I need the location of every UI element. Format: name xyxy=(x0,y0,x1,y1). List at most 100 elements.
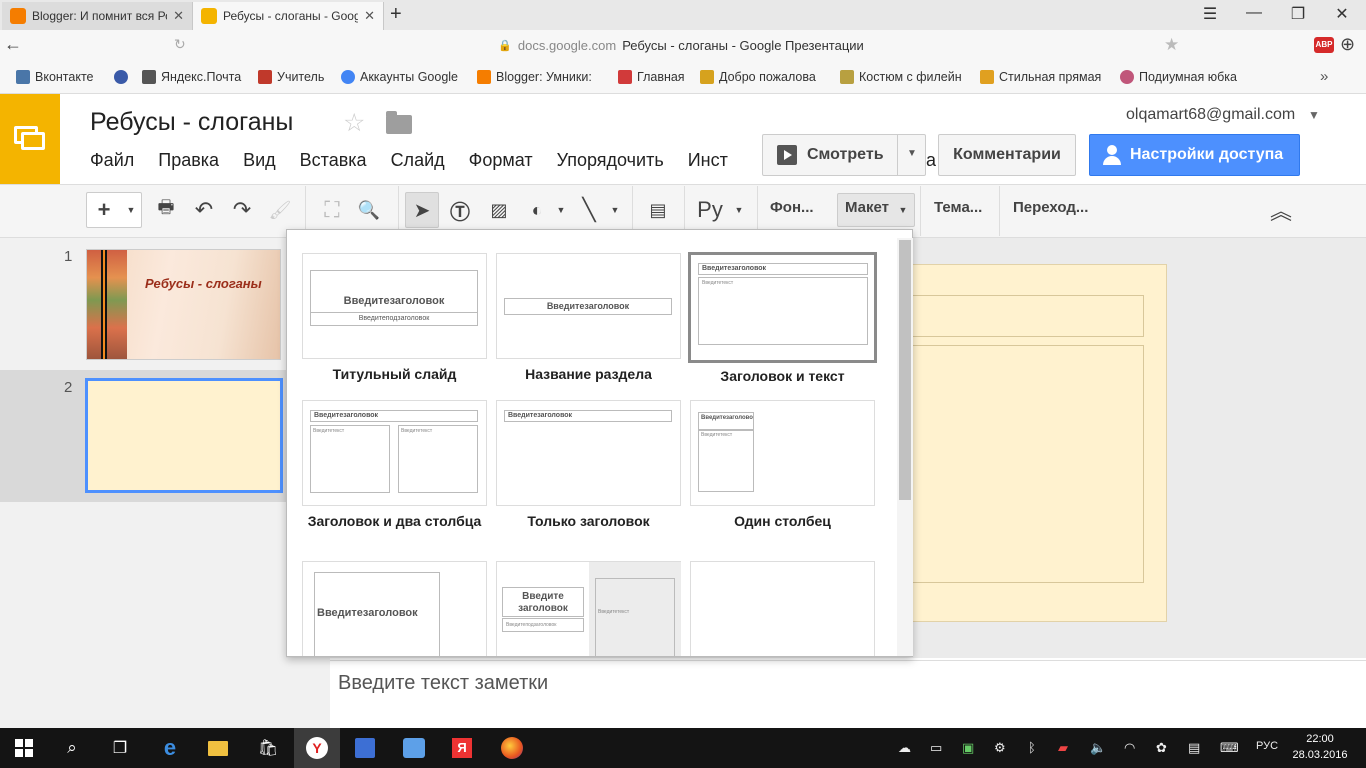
print-icon[interactable]: 🖶 xyxy=(154,196,178,224)
chevron-down-icon[interactable]: ▼ xyxy=(608,196,622,224)
layout-title-two-columns[interactable]: Введитезаголовок Введитетекст Введитетек… xyxy=(302,400,487,506)
chevron-down-icon[interactable]: ▼ xyxy=(124,196,138,224)
star-icon[interactable]: ☆ xyxy=(343,108,365,138)
bookmark-stylish[interactable]: Стильная прямая xyxy=(980,70,1101,84)
present-button[interactable]: Смотреть ▼ xyxy=(762,134,926,176)
layout-title-and-body[interactable]: Введитезаголовок Введитетекст xyxy=(688,252,877,363)
tray-settings-icon[interactable]: ⚙ xyxy=(994,740,1006,756)
back-arrow-icon[interactable]: ← xyxy=(4,34,22,55)
layout-title-only[interactable]: Введитезаголовок xyxy=(496,400,681,506)
search-icon[interactable]: ⌕ xyxy=(60,736,84,760)
close-window-button[interactable]: ✕ xyxy=(1322,4,1362,24)
shape-icon[interactable]: ◐ xyxy=(522,196,552,224)
background-button[interactable]: Фон... xyxy=(770,199,814,216)
menu-tools[interactable]: Инст xyxy=(688,150,728,174)
comments-button[interactable]: Комментарии xyxy=(938,134,1076,176)
collapse-chevron-icon[interactable]: ︽ xyxy=(1268,196,1294,224)
downloads-icon[interactable]: ⊕ xyxy=(1340,34,1355,55)
menu-file[interactable]: Файл xyxy=(90,150,134,174)
firefox-icon[interactable] xyxy=(500,736,524,760)
fit-icon[interactable]: ⛶ xyxy=(318,196,346,224)
more-bookmarks-icon[interactable]: » xyxy=(1320,68,1328,85)
close-tab-icon[interactable]: ✕ xyxy=(364,8,375,24)
menu-table-fragment[interactable]: а xyxy=(926,150,936,171)
layout-main-point[interactable]: Введитезаголовок xyxy=(302,561,487,656)
slide-thumbnail-1[interactable]: Ребусы - слоганы xyxy=(86,249,281,360)
wifi-icon[interactable]: ◠ xyxy=(1124,740,1135,756)
file-explorer-icon[interactable] xyxy=(206,736,230,760)
bookmark-teacher[interactable]: Учитель xyxy=(258,70,324,84)
bluetooth-icon[interactable]: ᛒ xyxy=(1028,740,1036,755)
store-icon[interactable]: 🛍 xyxy=(256,736,280,760)
notifications-icon[interactable]: ▤ xyxy=(1188,740,1200,756)
address-bar[interactable]: 🔒 docs.google.com Ребусы - слоганы - Goo… xyxy=(166,33,1196,57)
bookmark-welcome[interactable]: Добро пожалова xyxy=(700,70,816,84)
minimize-button[interactable]: — xyxy=(1234,4,1274,22)
yandex-browser-icon[interactable]: Y xyxy=(305,736,329,760)
menu-view[interactable]: Вид xyxy=(243,150,276,174)
transition-button[interactable]: Переход... xyxy=(1013,199,1088,216)
layout-one-column[interactable]: Введитезаголовок Введитетекст xyxy=(690,400,875,506)
layout-section-title-description[interactable]: Введите заголовок Введитеподзаголовок Вв… xyxy=(496,561,681,656)
chevron-down-icon[interactable]: ▼ xyxy=(1308,108,1320,122)
title-placeholder[interactable] xyxy=(896,295,1144,337)
windows-start-icon[interactable] xyxy=(12,736,36,760)
bookmark-main[interactable]: Главная xyxy=(618,70,685,84)
bookmark-skirt[interactable]: Подиумная юбка xyxy=(1120,70,1237,84)
slide-thumbnail-2[interactable] xyxy=(85,378,283,493)
slides-logo-icon[interactable] xyxy=(0,94,60,184)
bookmark-yandex-mail[interactable]: Яндекс.Почта xyxy=(142,70,241,84)
language-indicator[interactable]: РУС xyxy=(1256,740,1278,752)
keyboard-icon[interactable]: ⌨ xyxy=(1220,740,1239,756)
chevron-down-icon[interactable]: ▼ xyxy=(554,196,568,224)
redo-icon[interactable]: ↷ xyxy=(230,196,254,224)
bookmark-costume[interactable]: Костюм с филейн xyxy=(840,70,962,84)
menu-icon[interactable]: ☰ xyxy=(1190,4,1230,24)
bookmark-google-accounts[interactable]: Аккаунты Google xyxy=(341,70,458,84)
paint-format-icon[interactable]: 🖌 xyxy=(268,196,292,224)
save-disk-icon[interactable] xyxy=(353,736,377,760)
menu-slide[interactable]: Слайд xyxy=(391,150,445,174)
slide-editor[interactable] xyxy=(895,264,1167,622)
menu-arrange[interactable]: Упорядочить xyxy=(557,150,664,174)
yandex-app-icon[interactable]: Я xyxy=(450,736,474,760)
account-email[interactable]: olqamart68@gmail.com xyxy=(1126,106,1295,124)
layout-section-header[interactable]: Введитезаголовок xyxy=(496,253,681,359)
scrollbar-thumb[interactable] xyxy=(899,240,911,500)
bookmark-star-icon[interactable]: ★ xyxy=(1164,35,1179,55)
adblock-icon[interactable]: ABP xyxy=(1314,37,1334,53)
browser-tab-slides[interactable]: Ребусы - слоганы - Goog ✕ xyxy=(192,2,384,30)
volume-icon[interactable]: 🔈 xyxy=(1090,740,1106,756)
menu-insert[interactable]: Вставка xyxy=(300,150,367,174)
clock[interactable]: 22:00 28.03.2016 xyxy=(1290,731,1350,763)
zoom-icon[interactable]: 🔍 xyxy=(356,196,382,224)
notes-placeholder[interactable]: Введите текст заметки xyxy=(338,672,548,695)
bookmark-globe[interactable] xyxy=(114,70,133,84)
chevron-down-icon[interactable]: ▼ xyxy=(732,196,746,224)
color-app-icon[interactable]: ✿ xyxy=(1156,740,1167,756)
chevron-down-icon[interactable]: ▼ xyxy=(907,148,917,159)
audio-app-icon[interactable] xyxy=(402,736,426,760)
image-icon[interactable]: ▨ xyxy=(486,196,512,224)
undo-icon[interactable]: ↶ xyxy=(192,196,216,224)
battery-icon[interactable]: ▭ xyxy=(930,740,942,756)
cloud-icon[interactable]: ☁ xyxy=(898,740,911,756)
text-box-icon[interactable]: Ⓣ xyxy=(446,196,474,224)
layout-title-slide[interactable]: Введитезаголовок Введитеподзаголовок xyxy=(302,253,487,359)
task-view-icon[interactable]: ❐ xyxy=(108,736,132,760)
share-button[interactable]: Настройки доступа xyxy=(1089,134,1300,176)
browser-tab-blogger[interactable]: Blogger: И помнит вся Росси ✕ xyxy=(2,2,192,30)
body-placeholder[interactable] xyxy=(896,345,1144,583)
bookmark-vkontakte[interactable]: Вконтакте xyxy=(16,70,93,84)
menu-format[interactable]: Формат xyxy=(469,150,533,174)
new-tab-button[interactable]: + xyxy=(390,3,402,26)
tray-app-icon[interactable]: ▣ xyxy=(962,740,974,756)
folder-icon[interactable] xyxy=(386,111,412,134)
input-tools-button[interactable]: Ру xyxy=(694,196,726,224)
menu-edit[interactable]: Правка xyxy=(158,150,219,174)
close-tab-icon[interactable]: ✕ xyxy=(173,8,184,24)
bookmark-blogger[interactable]: Blogger: Умники: xyxy=(477,70,592,84)
tray-alert-icon[interactable]: ▰ xyxy=(1058,740,1068,756)
edge-icon[interactable]: e xyxy=(158,735,182,760)
comment-icon[interactable]: ▤ xyxy=(644,196,672,224)
